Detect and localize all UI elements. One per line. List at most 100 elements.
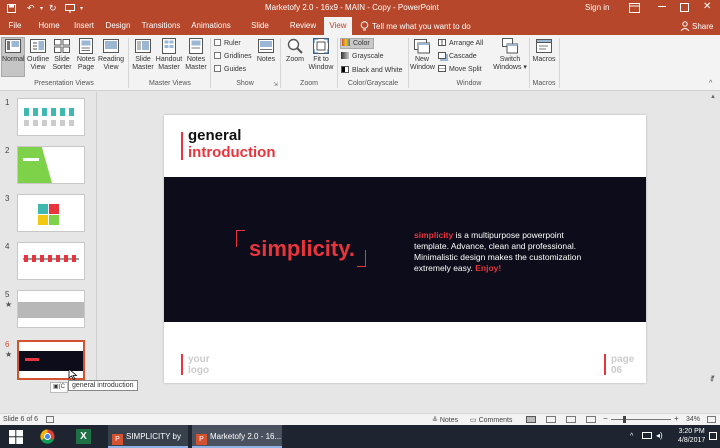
slide-show-icon[interactable] (586, 416, 596, 423)
vertical-scrollbar[interactable]: ▲ ▼ (707, 92, 720, 386)
tab-animations[interactable]: Animations (189, 17, 233, 35)
new-window-button[interactable]: New Window (410, 38, 435, 72)
powerpoint-icon: P (196, 434, 207, 445)
slide-thumbnail-pane: 1 2 3 4 5 ★ 6 ★ ▣(C general introduction (0, 92, 138, 393)
tab-file[interactable]: File (4, 17, 26, 35)
macros-button[interactable]: Macros (531, 38, 557, 64)
title-bar: ↶ ▾ ↻ ▾ Marketofy 2.0 - 16x9 - MAIN - Co… (0, 0, 720, 17)
notes-toggle[interactable]: ≜ Notes (432, 416, 458, 424)
tab-review[interactable]: Review (288, 17, 318, 35)
notes-page-button[interactable]: Notes Page (75, 38, 97, 72)
ribbon-display-options-icon[interactable] (629, 3, 640, 13)
network-icon[interactable] (642, 432, 652, 440)
gridlines-checkbox[interactable]: Gridlines (214, 52, 252, 61)
slide-sorter-icon[interactable] (546, 416, 556, 423)
reading-view-icon[interactable] (566, 416, 576, 423)
notes-master-button[interactable]: Notes Master (184, 38, 208, 72)
master-views-group-label: Master Views (149, 80, 191, 87)
zoom-slider[interactable] (611, 419, 671, 420)
move-split-button[interactable]: Move Split (438, 65, 482, 74)
tab-slide-show[interactable]: Slide Show (240, 17, 280, 48)
tell-me-input[interactable]: Tell me what you want to do (372, 22, 471, 31)
slide-body-text[interactable]: simplicity is a multipurpose powerpoint … (414, 230, 596, 274)
paste-options-hint[interactable]: ▣(C (50, 382, 68, 393)
tab-view[interactable]: View (324, 17, 352, 35)
collapse-ribbon-icon[interactable]: ^ (709, 80, 712, 87)
black-white-swatch-icon (341, 66, 349, 73)
tab-insert[interactable]: Insert (70, 17, 98, 35)
arrange-all-button[interactable]: Arrange All (438, 39, 483, 48)
tab-transitions[interactable]: Transitions (139, 17, 183, 35)
normal-view-button[interactable]: Normal (1, 37, 25, 77)
slide-sorter-button[interactable]: Slide Sorter (50, 38, 74, 72)
slide-headline[interactable]: simplicity. (249, 237, 355, 261)
slide-count: Slide 6 of 6 (3, 416, 39, 423)
slide-thumbnail-4[interactable] (17, 242, 85, 280)
redo-icon[interactable]: ↻ (49, 3, 57, 14)
slide-title-line1[interactable]: general (188, 128, 241, 144)
cursor-icon (68, 368, 78, 380)
save-icon[interactable] (7, 4, 16, 13)
logo-placeholder-line1[interactable]: your (188, 354, 210, 365)
volume-icon[interactable]: ◂) (656, 431, 663, 440)
slide-title-line2[interactable]: introduction (188, 145, 275, 161)
tray-chevron-icon[interactable]: ^ (630, 433, 633, 440)
start-slideshow-icon[interactable] (65, 4, 75, 13)
clock[interactable]: 3:20 PM 4/8/2017 (678, 427, 705, 445)
slide-thumbnail-3[interactable] (17, 194, 85, 232)
thumbnail-number: 3 (5, 194, 10, 203)
maximize-button[interactable] (680, 3, 689, 12)
share-icon[interactable] (680, 21, 690, 31)
grayscale-swatch-icon (341, 52, 349, 59)
windows-start-button[interactable] (4, 425, 28, 448)
minimize-button[interactable] (658, 6, 666, 7)
taskbar-item-simplicity[interactable]: PSIMPLICITY by S... (108, 425, 188, 448)
presentation-views-group-label: Presentation Views (34, 80, 94, 87)
slide-master-button[interactable]: Slide Master (131, 38, 155, 72)
undo-dropdown-icon[interactable]: ▾ (40, 5, 43, 12)
tab-design[interactable]: Design (104, 17, 132, 35)
chrome-icon[interactable] (40, 425, 58, 448)
spelling-icon[interactable] (46, 416, 54, 423)
logo-placeholder-line2[interactable]: logo (188, 365, 209, 376)
previous-slide-icon[interactable]: ⇞ (709, 377, 715, 384)
thumbnail-content (18, 147, 52, 183)
share-button[interactable]: Share (692, 22, 713, 31)
close-button[interactable]: ✕ (703, 1, 711, 12)
slide-thumbnail-2[interactable] (17, 146, 85, 184)
cascade-button[interactable]: Cascade (438, 52, 477, 61)
fit-slide-icon[interactable] (707, 416, 716, 423)
guides-checkbox[interactable]: Guides (214, 65, 246, 74)
zoom-out-icon[interactable]: − (603, 414, 608, 423)
zoom-level[interactable]: 34% (686, 416, 700, 423)
slide-thumbnail-5[interactable] (17, 290, 85, 328)
taskbar-item-marketofy[interactable]: P Marketofy 2.0 - 16... (192, 425, 282, 448)
page-number: 06 (611, 365, 623, 376)
fit-to-window-button[interactable]: Fit to Window (307, 38, 335, 72)
switch-windows-button[interactable]: Switch Windows ▾ (493, 38, 527, 72)
customize-toolbar-icon[interactable]: ▾ (80, 5, 83, 12)
sign-in-link[interactable]: Sign in (585, 3, 609, 12)
ruler-checkbox[interactable]: Ruler (214, 39, 241, 48)
slide-thumbnail-1[interactable] (17, 98, 85, 136)
grayscale-button[interactable]: Grayscale (341, 52, 384, 61)
color-grayscale-group-label: Color/Grayscale (347, 80, 399, 87)
zoom-in-icon[interactable]: + (674, 414, 679, 423)
undo-icon[interactable]: ↶ (27, 3, 37, 13)
tab-home[interactable]: Home (35, 17, 63, 35)
notification-icon[interactable] (709, 432, 717, 440)
color-button[interactable]: Color (340, 38, 374, 49)
dialog-launcher-icon[interactable]: ⇲ (273, 81, 278, 88)
notes-button[interactable]: Notes (255, 38, 277, 64)
outline-view-button[interactable]: Outline View (27, 38, 49, 72)
handout-master-button[interactable]: Handout Master (155, 38, 183, 72)
normal-view-icon[interactable] (526, 416, 536, 423)
reading-view-button[interactable]: Reading View (97, 38, 125, 72)
powerpoint-icon: P (112, 434, 123, 445)
black-and-white-button[interactable]: Black and White (341, 66, 403, 75)
zoom-button[interactable]: Zoom (284, 38, 306, 64)
excel-icon[interactable]: X (76, 425, 94, 448)
comments-toggle[interactable]: ▭ Comments (470, 416, 512, 424)
zoom-slider-thumb[interactable] (623, 416, 626, 423)
scroll-up-icon[interactable]: ▲ (710, 94, 716, 100)
